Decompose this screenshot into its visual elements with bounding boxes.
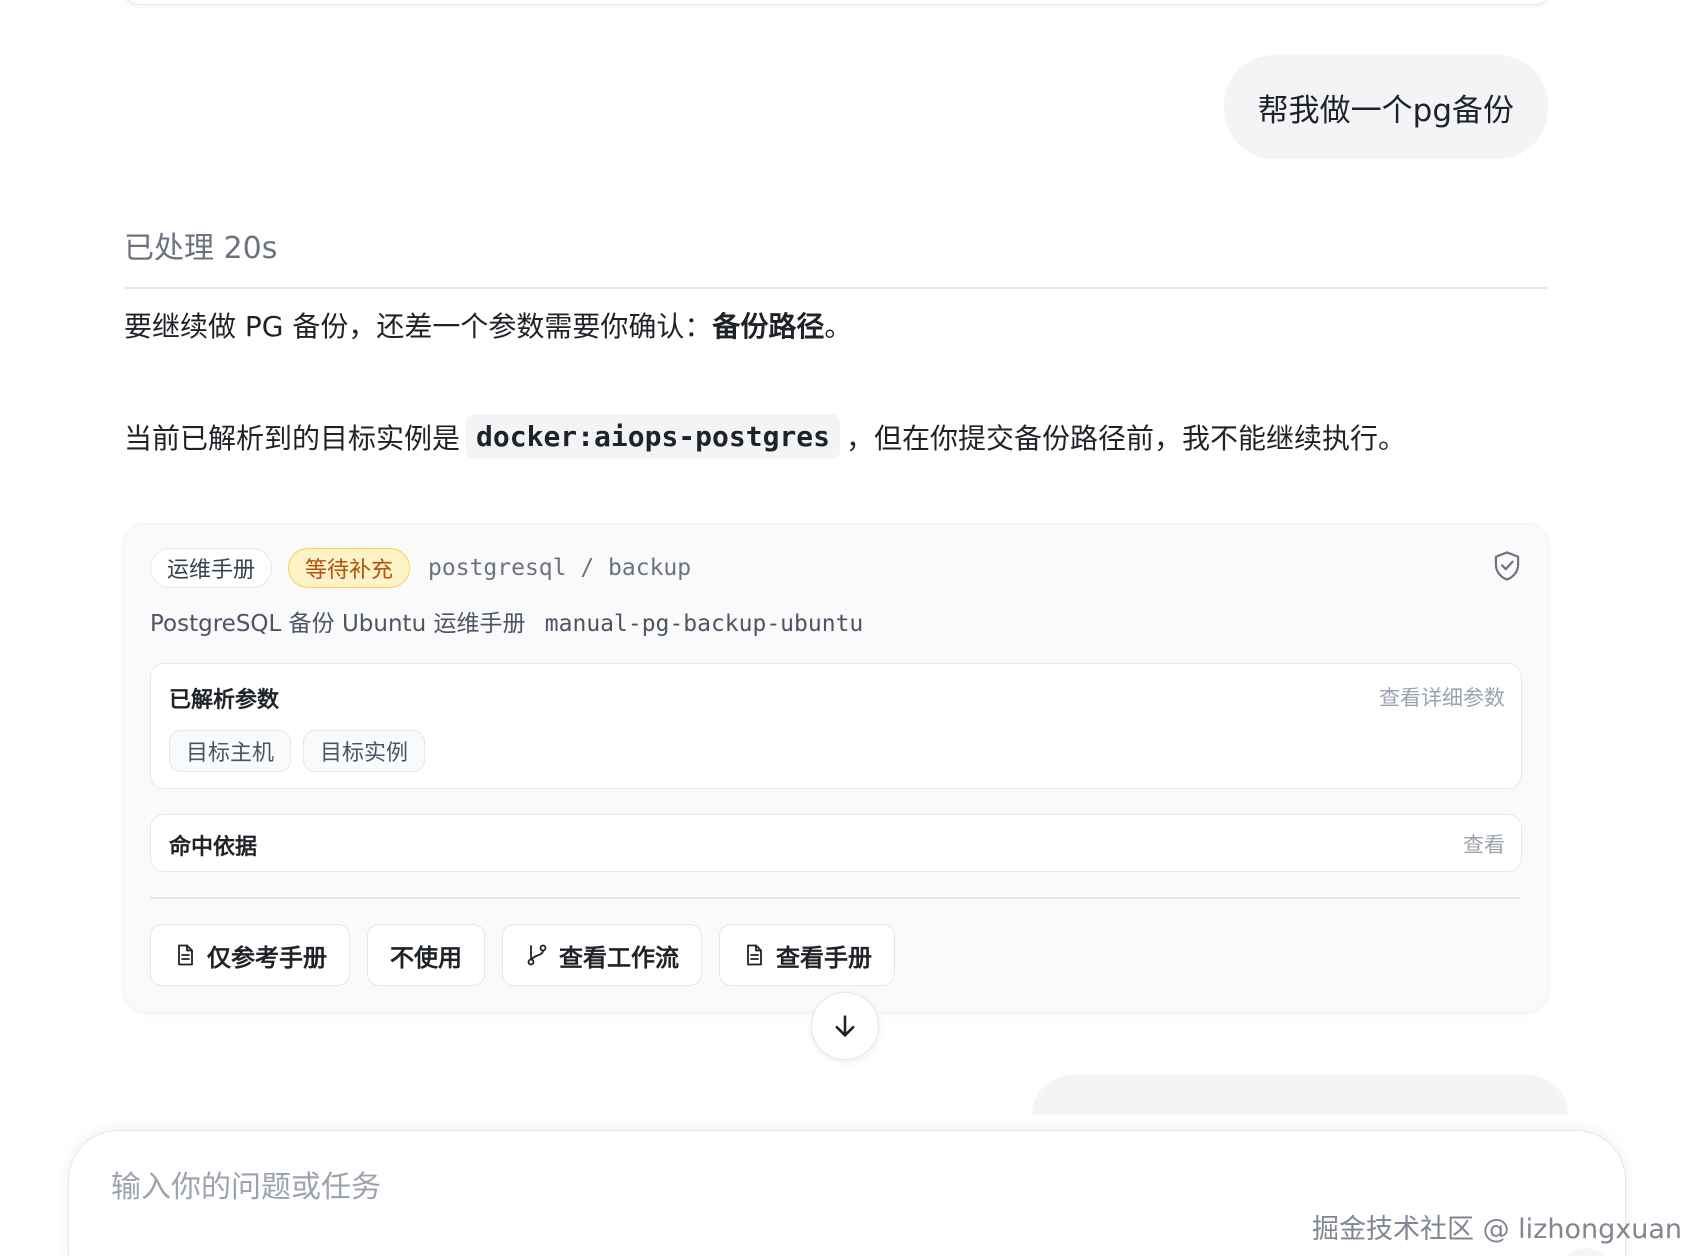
status-badge: 等待补充 bbox=[288, 548, 411, 588]
runbook-subtitle: PostgreSQL 备份 Ubuntu 运维手册 manual-pg-back… bbox=[150, 604, 863, 638]
user-message-text: 帮我做一个pg备份 bbox=[1257, 92, 1514, 129]
document-icon bbox=[747, 944, 762, 966]
param-chip-target-host[interactable]: 目标主机 bbox=[169, 730, 292, 772]
para1-prefix: 要继续做 PG 备份，还差一个参数需要你确认： bbox=[124, 310, 713, 343]
para2-prefix: 当前已解析到的目标实例是 bbox=[124, 421, 461, 455]
view-workflow-label: 查看工作流 bbox=[559, 944, 679, 972]
watermark: 掘金技术社区 @ lizhongxuan bbox=[1312, 1214, 1682, 1245]
runbook-path: postgresql / backup bbox=[428, 555, 692, 581]
shield-check-icon[interactable] bbox=[1492, 550, 1522, 582]
inline-code-instance: docker:aiops-postgres bbox=[466, 414, 841, 459]
runbook-title: PostgreSQL 备份 Ubuntu 运维手册 bbox=[150, 611, 526, 637]
scroll-to-bottom-button[interactable] bbox=[811, 992, 879, 1060]
runbook-tag: 运维手册 bbox=[150, 548, 273, 588]
git-branch-icon bbox=[527, 944, 547, 966]
para1-suffix: 。 bbox=[824, 310, 853, 343]
view-runbook-button[interactable]: 查看手册 bbox=[719, 924, 895, 986]
match-basis-title: 命中依据 bbox=[169, 835, 258, 860]
document-icon bbox=[178, 944, 193, 966]
reference-only-button[interactable]: 仅参考手册 bbox=[150, 924, 350, 986]
dont-use-button[interactable]: 不使用 bbox=[367, 924, 485, 986]
param-chips: 目标主机 目标实例 bbox=[169, 730, 426, 772]
view-workflow-button[interactable]: 查看工作流 bbox=[502, 924, 702, 986]
divider bbox=[124, 287, 1548, 289]
match-basis-panel[interactable]: 命中依据 查看 bbox=[150, 814, 1522, 872]
arrow-down-icon bbox=[835, 1015, 855, 1037]
para1-bold: 备份路径 bbox=[712, 310, 825, 343]
assistant-paragraph-1: 要继续做 PG 备份，还差一个参数需要你确认：备份路径。 bbox=[124, 305, 852, 345]
parsed-params-panel: 已解析参数 查看详细参数 目标主机 目标实例 bbox=[150, 663, 1522, 789]
runbook-id: manual-pg-backup-ubuntu bbox=[544, 611, 864, 637]
assistant-paragraph-2: 当前已解析到的目标实例是 docker:aiops-postgres ，但在你提… bbox=[124, 414, 1406, 459]
para2-suffix: ，但在你提交备份路径前，我不能继续执行。 bbox=[846, 421, 1407, 455]
runbook-card-header: 运维手册 等待补充 postgresql / backup bbox=[150, 548, 691, 588]
chat-input[interactable] bbox=[109, 1169, 1213, 1206]
runbook-actions: 仅参考手册 不使用 查看工作流 查看手册 bbox=[150, 924, 895, 986]
view-match-basis-link[interactable]: 查看 bbox=[1463, 829, 1505, 859]
view-runbook-label: 查看手册 bbox=[776, 944, 872, 972]
partial-message-bubble bbox=[1032, 1075, 1568, 1115]
chat-page: 帮我做一个pg备份 已处理 20s 要继续做 PG 备份，还差一个参数需要你确认… bbox=[0, 0, 1692, 1256]
runbook-card: 运维手册 等待补充 postgresql / backup PostgreSQL… bbox=[124, 524, 1548, 1012]
card-divider bbox=[150, 897, 1520, 899]
user-message-bubble: 帮我做一个pg备份 bbox=[1223, 55, 1548, 159]
previous-card-remnant bbox=[124, 0, 1550, 5]
param-chip-target-instance[interactable]: 目标实例 bbox=[303, 730, 426, 772]
reference-only-label: 仅参考手册 bbox=[207, 944, 327, 972]
parsed-params-title: 已解析参数 bbox=[169, 688, 280, 713]
dont-use-label: 不使用 bbox=[390, 944, 462, 972]
processed-time-label[interactable]: 已处理 20s bbox=[124, 223, 277, 267]
view-param-details-link[interactable]: 查看详细参数 bbox=[1379, 682, 1505, 712]
